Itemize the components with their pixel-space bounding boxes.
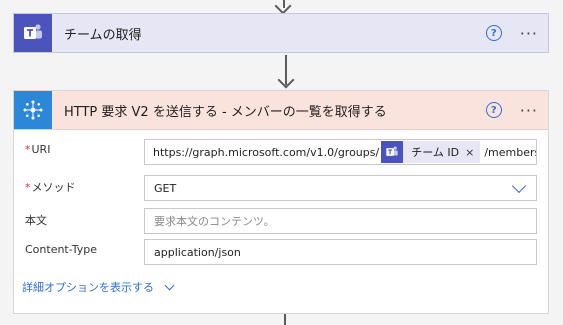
show-advanced-options-link[interactable]: 詳細オプションを表示する bbox=[22, 279, 175, 295]
dynamic-content-token[interactable]: チーム ID × bbox=[381, 141, 481, 163]
advanced-options-label: 詳細オプションを表示する bbox=[22, 281, 154, 294]
action-card-get-team[interactable]: チームの取得 ? ··· bbox=[13, 13, 549, 53]
http-webhook-icon bbox=[14, 91, 52, 129]
field-label-uri: *URI bbox=[25, 143, 51, 156]
content-type-input[interactable]: application/json bbox=[144, 239, 537, 265]
field-label-body: 本文 bbox=[25, 214, 47, 227]
field-label-method: *メソッド bbox=[25, 181, 76, 194]
help-icon[interactable]: ? bbox=[485, 25, 502, 41]
action-header[interactable]: HTTP 要求 V2 を送信する - メンバーの一覧を取得する ? ··· bbox=[14, 91, 548, 130]
content-type-value: application/json bbox=[154, 245, 241, 259]
teams-icon bbox=[381, 141, 404, 163]
uri-input[interactable]: https://graph.microsoft.com/v1.0/groups/… bbox=[144, 139, 537, 165]
field-label-content-type: Content-Type bbox=[25, 243, 97, 256]
field-row-content-type: Content-Type application/json bbox=[14, 239, 550, 265]
action-title: HTTP 要求 V2 を送信する - メンバーの一覧を取得する bbox=[64, 104, 387, 120]
body-input[interactable]: 要求本文のコンテンツ。 bbox=[144, 208, 537, 234]
token-label: チーム ID bbox=[411, 146, 460, 159]
method-value: GET bbox=[154, 181, 177, 195]
uri-suffix-text: /members bbox=[484, 145, 537, 159]
uri-prefix-text: https://graph.microsoft.com/v1.0/groups/ bbox=[153, 145, 380, 159]
method-select[interactable]: GET bbox=[144, 175, 537, 201]
arrow-down-icon bbox=[277, 71, 295, 89]
token-remove-icon[interactable]: × bbox=[465, 146, 480, 159]
flow-canvas: チームの取得 ? ··· HTTP 要求 V2 を送信する - メンバーの一覧を… bbox=[0, 0, 563, 325]
connector-line-bottom bbox=[284, 314, 286, 325]
help-icon[interactable]: ? bbox=[485, 102, 502, 118]
action-card-http-request: HTTP 要求 V2 を送信する - メンバーの一覧を取得する ? ··· *U… bbox=[13, 90, 549, 314]
more-options-icon[interactable]: ··· bbox=[520, 24, 538, 43]
chevron-down-icon bbox=[511, 178, 527, 194]
field-row-body: 本文 要求本文のコンテンツ。 bbox=[14, 208, 550, 234]
field-row-uri: *URI https://graph.microsoft.com/v1.0/gr… bbox=[14, 139, 550, 165]
body-placeholder: 要求本文のコンテンツ。 bbox=[154, 215, 275, 228]
field-row-method: *メソッド GET bbox=[14, 175, 550, 201]
chevron-down-icon bbox=[164, 280, 175, 290]
action-title: チームの取得 bbox=[64, 27, 142, 43]
teams-icon bbox=[14, 14, 52, 52]
more-options-icon[interactable]: ··· bbox=[520, 101, 538, 120]
